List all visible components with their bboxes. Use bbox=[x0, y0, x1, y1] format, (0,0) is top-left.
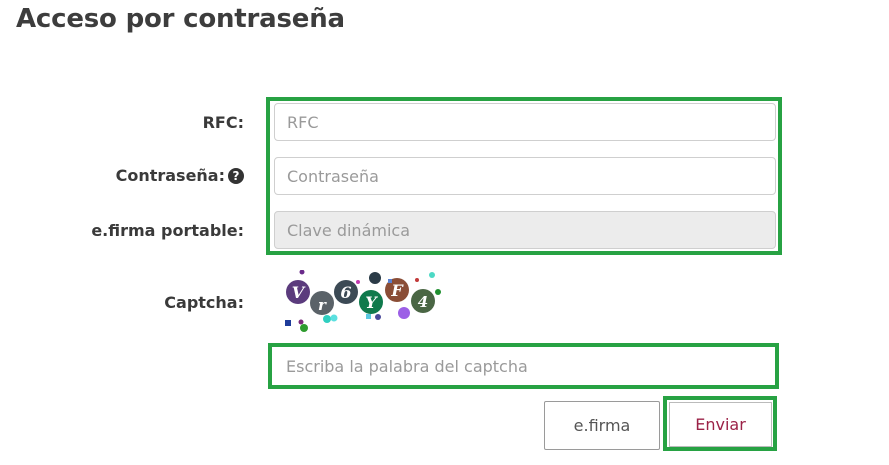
svg-text:F: F bbox=[390, 281, 404, 300]
captcha-input[interactable] bbox=[274, 347, 774, 385]
efirma-button[interactable]: e.firma bbox=[544, 401, 660, 450]
question-circle-icon[interactable]: ? bbox=[228, 168, 244, 184]
enviar-button[interactable]: Enviar bbox=[669, 402, 772, 447]
svg-text:4: 4 bbox=[418, 293, 428, 311]
dynamic-key-input[interactable] bbox=[274, 211, 776, 249]
captcha-label: Captcha: bbox=[164, 293, 244, 312]
svg-text:r: r bbox=[318, 296, 327, 314]
page-title: Acceso por contraseña bbox=[16, 4, 345, 34]
efirma-portable-label: e.firma portable: bbox=[91, 221, 244, 240]
svg-text:V: V bbox=[292, 283, 306, 302]
password-label: Contraseña:? bbox=[116, 166, 244, 185]
password-input[interactable] bbox=[274, 157, 776, 195]
rfc-label: RFC: bbox=[202, 113, 244, 132]
rfc-input[interactable] bbox=[274, 103, 776, 141]
password-label-text: Contraseña: bbox=[115, 166, 225, 185]
svg-text:6: 6 bbox=[340, 283, 351, 302]
captcha-image: V r 6 Y F 4 bbox=[285, 270, 441, 332]
svg-text:Y: Y bbox=[365, 293, 378, 312]
